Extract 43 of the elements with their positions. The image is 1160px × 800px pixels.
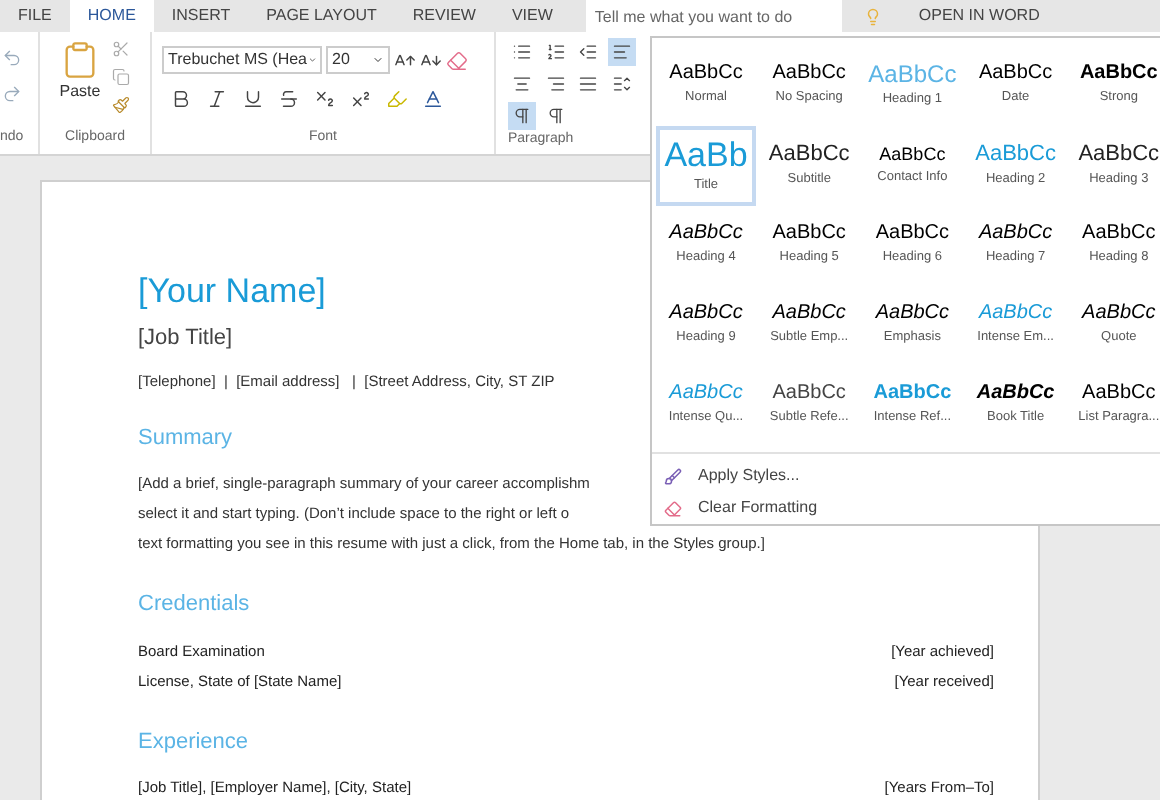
pilcrow-right-button[interactable] (508, 102, 536, 130)
menu-item[interactable]: Clear Formatting (652, 492, 1160, 524)
decrease-indent-icon (578, 42, 598, 62)
font-name-field[interactable]: Trebuchet MS (Hea (162, 46, 322, 74)
align-right-icon (545, 74, 565, 94)
section-heading: Summary (138, 423, 233, 454)
align-center-icon (512, 74, 532, 94)
font-size-field[interactable]: 20 (326, 46, 390, 74)
align-left-button[interactable] (607, 38, 635, 66)
grow-font-icon[interactable] (394, 49, 416, 71)
superscript-icon[interactable] (350, 88, 372, 110)
brush-icon (664, 467, 682, 485)
shrink-font-icon[interactable] (420, 49, 442, 71)
strikethrough-icon[interactable] (278, 88, 300, 110)
caret-icon (307, 54, 316, 66)
ribbon-tab[interactable]: HOME (69, 0, 154, 32)
underline-icon[interactable] (242, 88, 264, 110)
ribbon-tab[interactable]: VIEW (493, 0, 571, 32)
eraser-icon (664, 499, 682, 517)
italic-icon[interactable] (206, 88, 228, 110)
clipboard-icon (60, 40, 100, 80)
search-field[interactable]: Tell me what you want to do (586, 0, 843, 32)
font-color-icon[interactable] (422, 88, 444, 110)
section-heading: Credentials (138, 590, 250, 621)
subscript-icon[interactable] (314, 88, 336, 110)
menu-item[interactable]: Apply Styles... (652, 460, 1160, 492)
ribbon-tab[interactable]: FILE (0, 0, 70, 32)
bullets-icon (512, 42, 532, 62)
ribbon-tab[interactable]: REVIEW (394, 0, 494, 32)
ribbon-tab[interactable]: PAGE LAYOUT (248, 0, 395, 32)
paste-button[interactable]: Paste (59, 40, 101, 114)
lightbulb-icon (863, 7, 882, 25)
line-spacing-icon (611, 74, 631, 94)
job-title-field[interactable]: [Job Title] (138, 322, 233, 355)
bold-icon[interactable] (170, 88, 192, 110)
align-left-icon (611, 42, 631, 62)
format-painter-icon[interactable] (112, 96, 131, 114)
caret-icon (372, 54, 384, 66)
section-heading: Experience (138, 727, 249, 758)
justify-icon (578, 74, 598, 94)
numbered-list-icon (545, 42, 565, 62)
open-in-word-button[interactable]: OPEN IN WORD (902, 0, 1056, 32)
ribbon-tab[interactable]: INSERT (153, 0, 249, 32)
